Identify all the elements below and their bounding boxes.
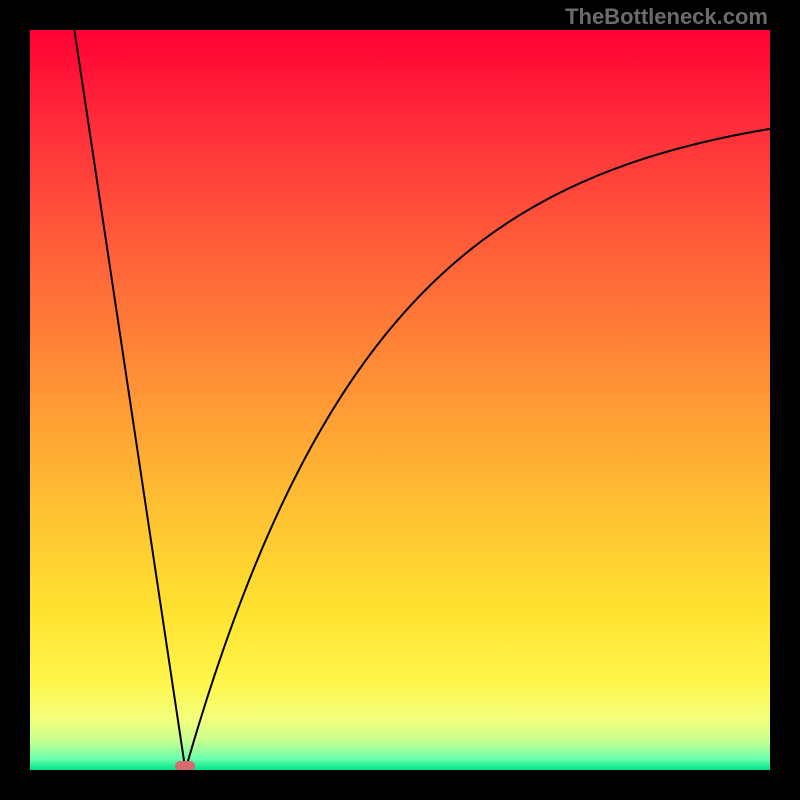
source-watermark: TheBottleneck.com [565,4,768,30]
chart-frame: TheBottleneck.com [0,0,800,800]
plot-area [30,30,770,770]
background-gradient [30,30,770,770]
